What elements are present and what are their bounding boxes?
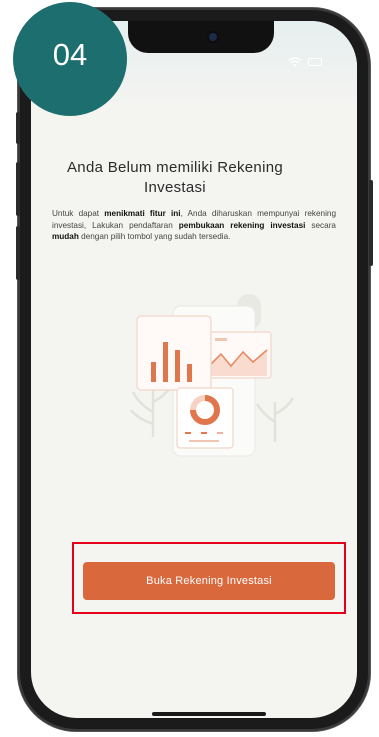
desc-text-1: Untuk dapat [52,209,105,218]
page-description: Untuk dapat menikmati fitur ini, Anda di… [52,208,336,243]
battery-icon [308,58,322,66]
notch [128,21,274,53]
step-number: 04 [52,37,88,72]
wifi-icon [288,57,302,67]
desc-text-3: secara [305,220,336,230]
volume-down-button [16,226,20,280]
desc-bold-3: mudah [52,232,79,241]
page-title: Anda Belum memiliki Rekening Investasi [67,159,283,196]
power-button [369,180,373,266]
home-indicator[interactable] [152,712,266,716]
open-investment-account-button[interactable]: Buka Rekening Investasi [83,562,335,600]
status-icons [288,56,322,68]
camera-icon [209,33,217,41]
desc-text-4: dengan pilih tombol yang sudah tersedia. [78,232,231,241]
desc-bold-1: menikmati fitur ini [104,209,181,218]
investment-illustration [130,294,295,457]
step-badge: 04 [13,2,127,116]
silent-switch [16,112,20,144]
volume-up-button [16,162,20,216]
desc-bold-2: pembukaan rekening investasi [178,220,306,230]
